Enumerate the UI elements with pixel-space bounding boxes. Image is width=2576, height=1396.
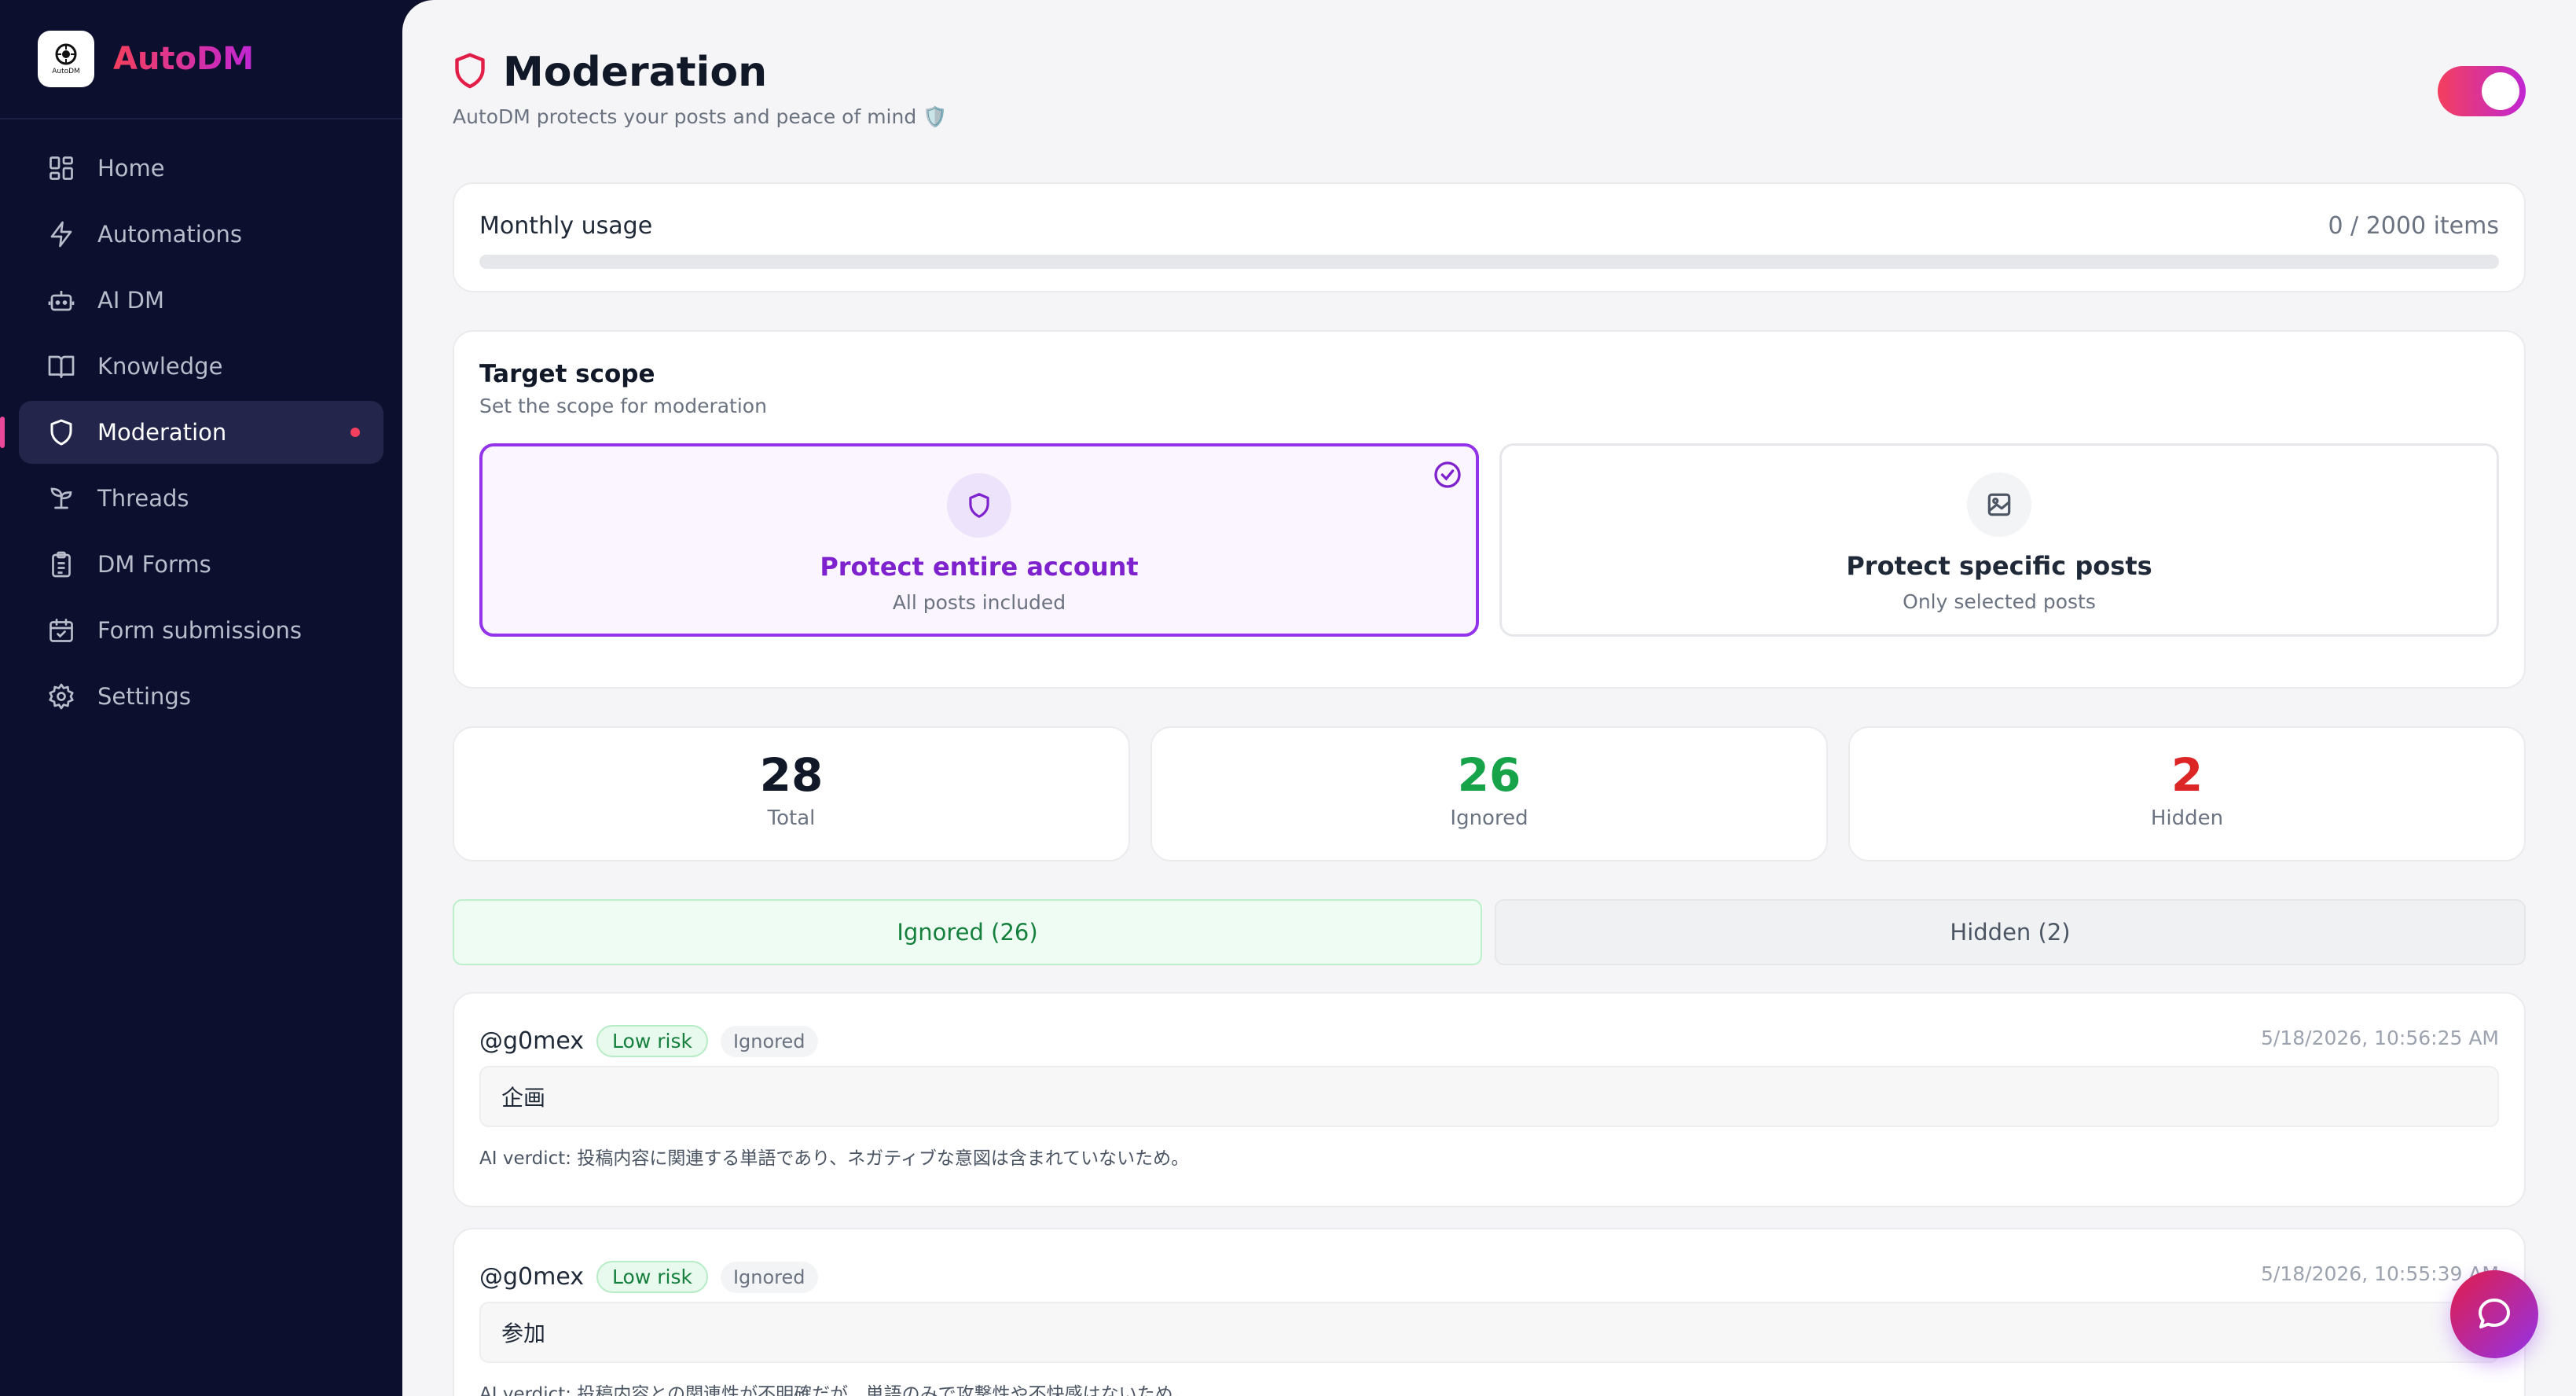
- item-username[interactable]: @g0mex: [479, 1263, 584, 1291]
- image-icon: [1987, 493, 2011, 516]
- status-badge: Ignored: [720, 1025, 818, 1057]
- sidebar-item-moderation[interactable]: Moderation: [0, 401, 383, 464]
- sidebar-item-label: AI DM: [97, 287, 164, 314]
- stat-hidden-label: Hidden: [2150, 806, 2224, 830]
- sidebar-item-label: DM Forms: [97, 551, 211, 578]
- scope-title: Target scope: [479, 360, 655, 388]
- comment-text: 企画: [479, 1066, 2499, 1127]
- gear-icon: [46, 681, 77, 712]
- list-item: @g0mex Low risk Ignored 5/18/2026, 10:55…: [453, 1228, 2526, 1396]
- stat-hidden-value: 2: [2171, 748, 2204, 802]
- logo-mark-icon: [55, 43, 77, 65]
- usage-label: Monthly usage: [479, 212, 653, 240]
- sidebar-item-dm-forms[interactable]: DM Forms: [19, 533, 383, 596]
- sidebar-item-label: Knowledge: [97, 353, 223, 380]
- stat-total-label: Total: [767, 806, 816, 830]
- stat-ignored-card: 26 Ignored: [1150, 726, 1828, 861]
- brand[interactable]: AutoDM AutoDM: [0, 0, 402, 119]
- option-title: Protect entire account: [820, 552, 1139, 582]
- sidebar-item-form-submissions[interactable]: Form submissions: [19, 599, 383, 662]
- sprout-icon: [46, 483, 77, 514]
- sidebar: AutoDM AutoDM Home Automations AI DM Kno…: [0, 0, 402, 1396]
- clipboard-icon: [46, 549, 77, 580]
- stat-hidden-card: 2 Hidden: [1848, 726, 2526, 861]
- stat-total-value: 28: [759, 748, 824, 802]
- scope-subtitle: Set the scope for moderation: [479, 395, 767, 417]
- sidebar-item-label: Automations: [97, 221, 243, 248]
- sidebar-item-settings[interactable]: Settings: [19, 665, 383, 728]
- option-title: Protect specific posts: [1846, 551, 2152, 581]
- sidebar-item-ai-dm[interactable]: AI DM: [19, 269, 383, 332]
- option-subtitle: All posts included: [892, 591, 1066, 614]
- sidebar-item-label: Settings: [97, 683, 191, 710]
- monthly-usage-card: Monthly usage 0 / 2000 items: [453, 182, 2526, 292]
- check-circle-icon: [1432, 459, 1463, 494]
- sidebar-item-label: Moderation: [97, 419, 227, 446]
- tab-ignored[interactable]: Ignored (26): [453, 899, 1482, 965]
- toggle-knob: [2482, 72, 2519, 110]
- calendar-check-icon: [46, 615, 77, 646]
- stat-ignored-label: Ignored: [1450, 806, 1528, 830]
- usage-value: 0 / 2000 items: [2328, 212, 2499, 240]
- ai-verdict: AI verdict: 投稿内容に関連する単語であり、ネガティブな意図は含まれて…: [479, 1148, 1190, 1169]
- sidebar-item-threads[interactable]: Threads: [19, 467, 383, 530]
- sidebar-item-label: Home: [97, 155, 165, 182]
- page-title: Moderation: [503, 49, 768, 96]
- comment-text: 参加: [479, 1302, 2499, 1363]
- option-icon-circle: [1967, 472, 2031, 537]
- scope-option-entire-account[interactable]: Protect entire account All posts include…: [479, 443, 1479, 637]
- ai-verdict: AI verdict: 投稿内容との関連性が不明確だが、単語のみで攻撃性や不快感…: [479, 1384, 1191, 1396]
- lightning-icon: [46, 219, 77, 250]
- book-icon: [46, 351, 77, 382]
- list-item: @g0mex Low risk Ignored 5/18/2026, 10:56…: [453, 992, 2526, 1207]
- usage-progress-bar: [479, 255, 2499, 269]
- sidebar-nav: Home Automations AI DM Knowledge Moderat…: [0, 137, 402, 728]
- logo-text: AutoDM: [52, 68, 80, 75]
- stat-ignored-value: 26: [1457, 748, 1521, 802]
- sidebar-item-automations[interactable]: Automations: [19, 203, 383, 266]
- active-indicator-dot: [350, 428, 360, 437]
- tab-hidden[interactable]: Hidden (2): [1495, 899, 2526, 965]
- shield-icon: [46, 417, 77, 448]
- sidebar-item-label: Threads: [97, 485, 189, 512]
- sidebar-item-label: Form submissions: [97, 617, 302, 644]
- main-content: Moderation AutoDM protects your posts an…: [402, 0, 2576, 1396]
- option-subtitle: Only selected posts: [1903, 590, 2096, 613]
- moderation-toggle[interactable]: [2438, 66, 2526, 116]
- page-header: Moderation AutoDM protects your posts an…: [453, 49, 947, 129]
- status-badge: Ignored: [720, 1261, 818, 1293]
- shield-icon: [969, 493, 989, 518]
- target-scope-card: Target scope Set the scope for moderatio…: [453, 330, 2526, 689]
- risk-badge: Low risk: [596, 1261, 708, 1293]
- scope-option-specific-posts[interactable]: Protect specific posts Only selected pos…: [1499, 443, 2499, 637]
- sidebar-item-knowledge[interactable]: Knowledge: [19, 335, 383, 398]
- chat-bubble-icon: [2479, 1299, 2510, 1328]
- chat-support-button[interactable]: [2450, 1270, 2538, 1358]
- stat-total-card: 28 Total: [453, 726, 1130, 861]
- item-timestamp: 5/18/2026, 10:56:25 AM: [2261, 1027, 2499, 1049]
- grid-icon: [46, 152, 77, 184]
- shield-icon: [453, 52, 487, 93]
- page-subtitle: AutoDM protects your posts and peace of …: [453, 105, 948, 128]
- app-name: AutoDM: [113, 41, 255, 77]
- option-icon-circle: [947, 473, 1011, 538]
- app-logo: AutoDM: [38, 31, 94, 87]
- risk-badge: Low risk: [596, 1025, 708, 1057]
- item-username[interactable]: @g0mex: [479, 1027, 584, 1055]
- robot-icon: [46, 285, 77, 316]
- sidebar-item-home[interactable]: Home: [19, 137, 383, 200]
